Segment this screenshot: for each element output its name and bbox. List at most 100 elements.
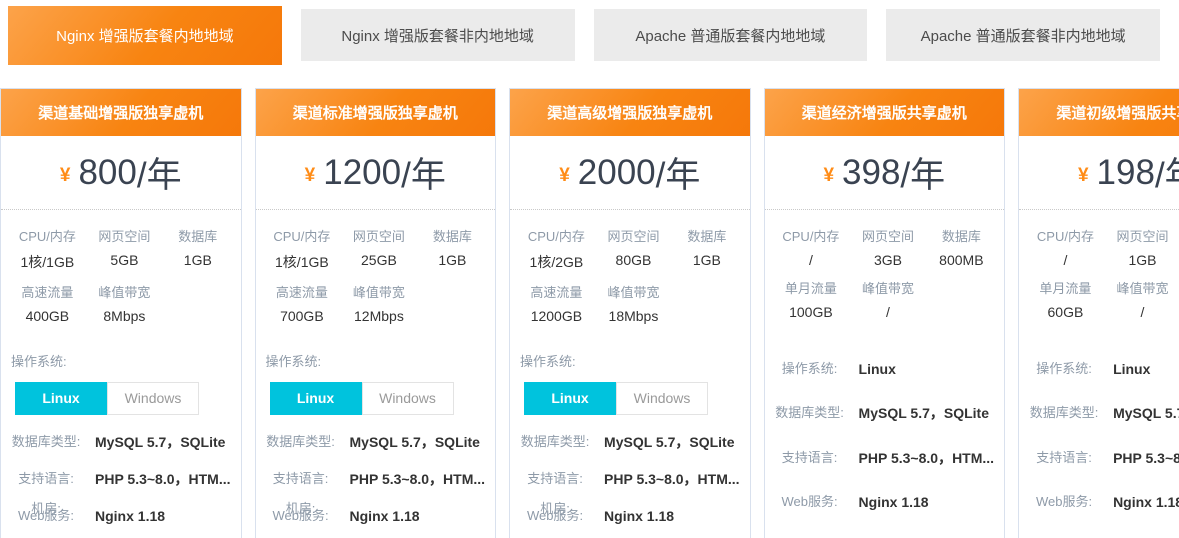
detail-value: Nginx 1.18 xyxy=(845,492,995,512)
detail-row-languages: 支持语言: PHP 5.3~8.0，HTM... xyxy=(1029,448,1179,468)
tab-nginx-enhanced-mainland[interactable]: Nginx 增强版套餐内地地域 xyxy=(8,6,282,65)
detail-value: MySQL 5.7，SQLite xyxy=(1099,403,1179,423)
spec-label: 网页空间 xyxy=(1106,226,1179,245)
price-unit: /年 xyxy=(1155,147,1179,198)
plan-card-economy: 渠道经济增强版共享虚机 ¥ 398 /年 CPU/内存/ 网页空间3GB 数据库… xyxy=(764,88,1006,538)
currency-symbol: ¥ xyxy=(1078,165,1089,187)
plan-card-list: 渠道基础增强版独享虚机 ¥ 800 /年 CPU/内存1核/1GB 网页空间5G… xyxy=(0,88,1179,538)
detail-label: 支持语言: xyxy=(520,469,590,489)
spec-value: 400GB xyxy=(7,308,88,324)
detail-row-database-type: 数据库类型: MySQL 5.7，SQLite xyxy=(266,432,486,452)
detail-row-database-type: 数据库类型: MySQL 5.7，SQLite xyxy=(520,432,740,452)
detail-value: MySQL 5.7，SQLite xyxy=(845,403,995,423)
os-option-windows[interactable]: Windows xyxy=(362,382,454,415)
spec-label: 峰值带宽 xyxy=(597,282,670,301)
hosting-plans-page: Nginx 增强版套餐内地地域 Nginx 增强版套餐非内地地域 Apache … xyxy=(0,0,1179,538)
os-option-linux[interactable]: Linux xyxy=(270,382,362,415)
detail-label: 数据库类型: xyxy=(11,432,81,452)
os-option-linux[interactable]: Linux xyxy=(524,382,616,415)
plan-title: 渠道高级增强版独享虚机 xyxy=(510,89,750,136)
price-unit: /年 xyxy=(137,147,182,198)
plan-details: 操作系统: Linux Windows 数据库类型: MySQL 5.7，SQL… xyxy=(510,342,750,519)
plan-title: 渠道初级增强版共享虚机 xyxy=(1019,89,1179,136)
spec-label: CPU/内存 xyxy=(1025,226,1106,245)
spec-label: CPU/内存 xyxy=(516,226,597,245)
plan-card-entry: 渠道初级增强版共享虚机 ¥ 198 /年 CPU/内存/ 网页空间1GB 数据库… xyxy=(1018,88,1179,538)
os-value: Linux xyxy=(845,359,995,379)
detail-row-datacenter: 机房: xyxy=(11,499,231,519)
spec-value: 18Mbps xyxy=(597,308,670,324)
spec-value: 1GB xyxy=(670,252,743,268)
spec-label: 数据库 xyxy=(416,226,489,245)
os-label: 操作系统: xyxy=(11,352,231,372)
price-unit: /年 xyxy=(900,147,945,198)
spec-label: 单月流量 xyxy=(771,278,852,297)
spec-label: 单月流量 xyxy=(1025,278,1106,297)
price-amount: 1200 xyxy=(323,153,401,193)
detail-label: 数据库类型: xyxy=(520,432,590,452)
detail-row-database-type: 数据库类型: MySQL 5.7，SQLite xyxy=(1029,403,1179,423)
spec-label: 数据库 xyxy=(670,226,743,245)
spec-label: CPU/内存 xyxy=(262,226,343,245)
spec-label: 峰值带宽 xyxy=(342,282,415,301)
currency-symbol: ¥ xyxy=(823,165,834,187)
detail-row-os: 操作系统: Linux xyxy=(1029,359,1179,379)
plan-price: ¥ 1200 /年 xyxy=(256,136,496,210)
spec-value: 1GB xyxy=(1106,252,1179,268)
detail-value: MySQL 5.7，SQLite xyxy=(81,432,231,452)
plan-price: ¥ 2000 /年 xyxy=(510,136,750,210)
detail-label: 支持语言: xyxy=(775,448,845,468)
spec-value: 700GB xyxy=(262,308,343,324)
plan-card-advanced: 渠道高级增强版独享虚机 ¥ 2000 /年 CPU/内存1核/2GB 网页空间8… xyxy=(509,88,751,538)
spec-value: 5GB xyxy=(88,252,161,268)
plan-price: ¥ 800 /年 xyxy=(1,136,241,210)
spec-value: 1200GB xyxy=(516,308,597,324)
spec-label: 数据库 xyxy=(925,226,998,245)
spec-value: 1核/1GB xyxy=(7,252,88,272)
detail-row-languages: 支持语言: PHP 5.3~8.0，HTM... xyxy=(775,448,995,468)
plan-details: 操作系统: Linux 数据库类型: MySQL 5.7，SQLite 支持语言… xyxy=(765,338,1005,538)
plan-details: 操作系统: Linux 数据库类型: MySQL 5.7，SQLite 支持语言… xyxy=(1019,338,1179,538)
detail-row-web-service: Web服务: Nginx 1.18 xyxy=(775,492,995,512)
spec-label: CPU/内存 xyxy=(771,226,852,245)
detail-row-os: 操作系统: Linux xyxy=(775,359,995,379)
spec-value: / xyxy=(851,304,924,320)
spec-grid: CPU/内存/ 网页空间3GB 数据库800MB 单月流量100GB 峰值带宽/ xyxy=(765,210,1005,338)
os-option-linux[interactable]: Linux xyxy=(15,382,107,415)
plan-details: 操作系统: Linux Windows 数据库类型: MySQL 5.7，SQL… xyxy=(1,342,241,519)
os-label: 操作系统: xyxy=(266,352,486,372)
price-amount: 2000 xyxy=(578,153,656,193)
detail-row-database-type: 数据库类型: MySQL 5.7，SQLite xyxy=(775,403,995,423)
os-option-windows[interactable]: Windows xyxy=(616,382,708,415)
detail-row-languages: 支持语言: PHP 5.3~8.0，HTM... xyxy=(11,469,231,489)
spec-label: 数据库 xyxy=(161,226,234,245)
os-toggle: Linux Windows xyxy=(524,382,740,415)
detail-row-datacenter: 机房: xyxy=(266,499,486,519)
spec-grid: CPU/内存1核/1GB 网页空间5GB 数据库1GB 高速流量400GB 峰值… xyxy=(1,210,241,342)
os-option-windows[interactable]: Windows xyxy=(107,382,199,415)
tab-apache-normal-mainland[interactable]: Apache 普通版套餐内地地域 xyxy=(594,9,868,61)
spec-value: 800MB xyxy=(925,252,998,268)
plan-card-standard: 渠道标准增强版独享虚机 ¥ 1200 /年 CPU/内存1核/1GB 网页空间2… xyxy=(255,88,497,538)
tab-apache-normal-non-mainland[interactable]: Apache 普通版套餐非内地地域 xyxy=(886,9,1160,61)
detail-label: 支持语言: xyxy=(1029,448,1099,468)
os-label: 操作系统: xyxy=(775,359,845,379)
currency-symbol: ¥ xyxy=(60,165,71,187)
detail-value: PHP 5.3~8.0，HTM... xyxy=(845,448,995,468)
spec-label: 网页空间 xyxy=(851,226,924,245)
detail-label: 数据库类型: xyxy=(775,403,845,423)
spec-value: 60GB xyxy=(1025,304,1106,320)
detail-row-datacenter: 机房: xyxy=(520,499,740,519)
detail-label: 数据库类型: xyxy=(266,432,336,452)
detail-row-database-type: 数据库类型: MySQL 5.7，SQLite xyxy=(11,432,231,452)
spec-label: 高速流量 xyxy=(516,282,597,301)
spec-label: 高速流量 xyxy=(262,282,343,301)
spec-label: 网页空间 xyxy=(342,226,415,245)
spec-label: 峰值带宽 xyxy=(851,278,924,297)
tab-nginx-enhanced-non-mainland[interactable]: Nginx 增强版套餐非内地地域 xyxy=(301,9,575,61)
price-amount: 398 xyxy=(842,153,900,193)
detail-label: Web服务: xyxy=(1029,492,1099,512)
spec-label: 网页空间 xyxy=(597,226,670,245)
detail-row-languages: 支持语言: PHP 5.3~8.0，HTM... xyxy=(520,469,740,489)
detail-label: Web服务: xyxy=(775,492,845,512)
